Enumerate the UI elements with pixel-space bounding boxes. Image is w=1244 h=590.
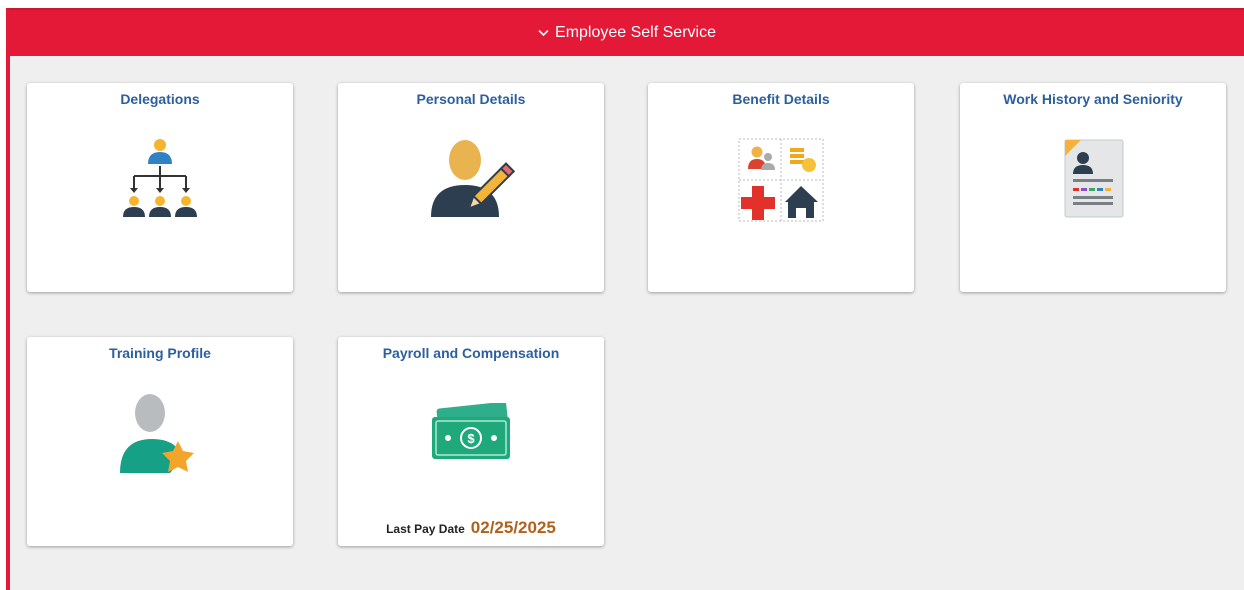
resume-document-icon [960, 138, 1226, 220]
chevron-down-icon [538, 29, 549, 37]
tile-training-profile[interactable]: Training Profile [27, 337, 293, 546]
tile-title: Payroll and Compensation [382, 345, 560, 361]
person-edit-icon [338, 133, 604, 225]
org-chart-icon [27, 135, 293, 225]
section-title: Employee Self Service [555, 24, 716, 41]
tile-payroll-compensation[interactable]: Payroll and Compensation $ Last Pay Date… [338, 337, 604, 546]
last-pay-date-value: 02/25/2025 [470, 518, 556, 537]
tile-title: Work History and Seniority [1003, 91, 1183, 107]
last-pay-date-label: Last Pay Date [386, 522, 465, 536]
last-pay-date: Last Pay Date 02/25/2025 [338, 518, 604, 538]
person-star-icon [27, 389, 293, 479]
tile-benefit-details[interactable]: Benefit Details [648, 83, 914, 292]
tile-title: Training Profile [109, 345, 211, 361]
section-header[interactable]: Employee Self Service [10, 10, 1244, 56]
tile-title: Delegations [120, 91, 200, 107]
tile-title: Personal Details [416, 91, 526, 107]
benefits-grid-icon [648, 138, 914, 222]
tile-delegations[interactable]: Delegations [27, 83, 293, 292]
money-bills-icon: $ [338, 403, 604, 463]
tile-work-history[interactable]: Work History and Seniority [960, 83, 1226, 292]
tile-personal-details[interactable]: Personal Details [338, 83, 604, 292]
tile-title: Benefit Details [732, 91, 830, 107]
svg-text:$: $ [467, 431, 475, 446]
employee-self-service-section: Employee Self Service Delegations Person… [6, 8, 1244, 590]
